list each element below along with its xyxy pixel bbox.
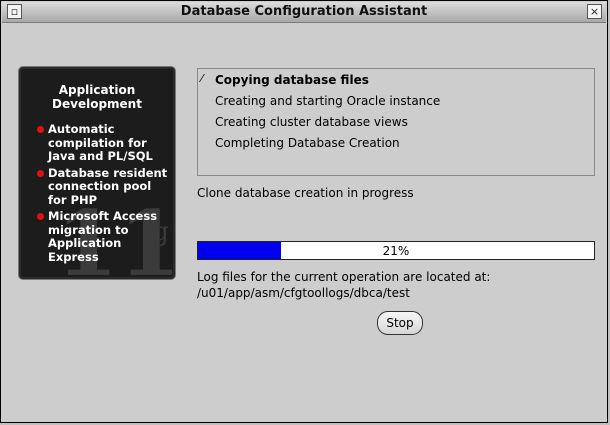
step-creating-instance: Creating and starting Oracle instance — [215, 94, 441, 108]
in-progress-arrow-icon: ⁄ — [201, 72, 203, 85]
promo-feature-text: Automatic compilation for Java and PL/SQ… — [48, 122, 153, 163]
log-location-path: /u01/app/asm/cfgtoollogs/dbca/test — [197, 286, 410, 300]
close-icon[interactable]: × — [587, 4, 602, 19]
status-text: Clone database creation in progress — [197, 186, 414, 200]
step-copying-database-files: Copying database files — [215, 73, 369, 87]
step-completing-creation: Completing Database Creation — [215, 136, 400, 150]
step-cluster-views: Creating cluster database views — [215, 115, 408, 129]
promo-feature-item: Database resident connection pool for PH… — [37, 165, 171, 208]
window-title: Database Configuration Assistant — [180, 4, 428, 19]
log-location-label: Log files for the current operation are … — [197, 270, 491, 284]
bullet-icon — [37, 169, 44, 177]
promo-title: Application Development — [19, 83, 175, 111]
promo-feature-text: Microsoft Access migration to Applicatio… — [48, 209, 158, 264]
promo-title-line2: Development — [52, 97, 142, 111]
bullet-icon — [37, 126, 44, 133]
progress-percent: 21% — [382, 244, 410, 258]
title-bar[interactable]: ▫ Database Configuration Assistant × — [2, 2, 606, 23]
promo-title-line1: Application — [58, 83, 136, 97]
steps-list: ⁄ Copying database files Creating and st… — [197, 68, 595, 176]
promo-feature-list: Automatic compilation for Java and PL/SQ… — [37, 122, 171, 267]
promo-panel: 11 g Application Development Automatic c… — [18, 66, 176, 280]
promo-feature-text: Database resident connection pool for PH… — [48, 165, 168, 207]
bullet-icon — [37, 213, 44, 220]
progress-bar: 21% — [197, 241, 595, 260]
stop-button[interactable]: Stop — [377, 311, 423, 335]
dbca-window: ▫ Database Configuration Assistant × 11 … — [0, 0, 608, 423]
promo-feature-item: Microsoft Access migration to Applicatio… — [37, 209, 171, 264]
promo-feature-item: Automatic compilation for Java and PL/SQ… — [37, 122, 171, 164]
